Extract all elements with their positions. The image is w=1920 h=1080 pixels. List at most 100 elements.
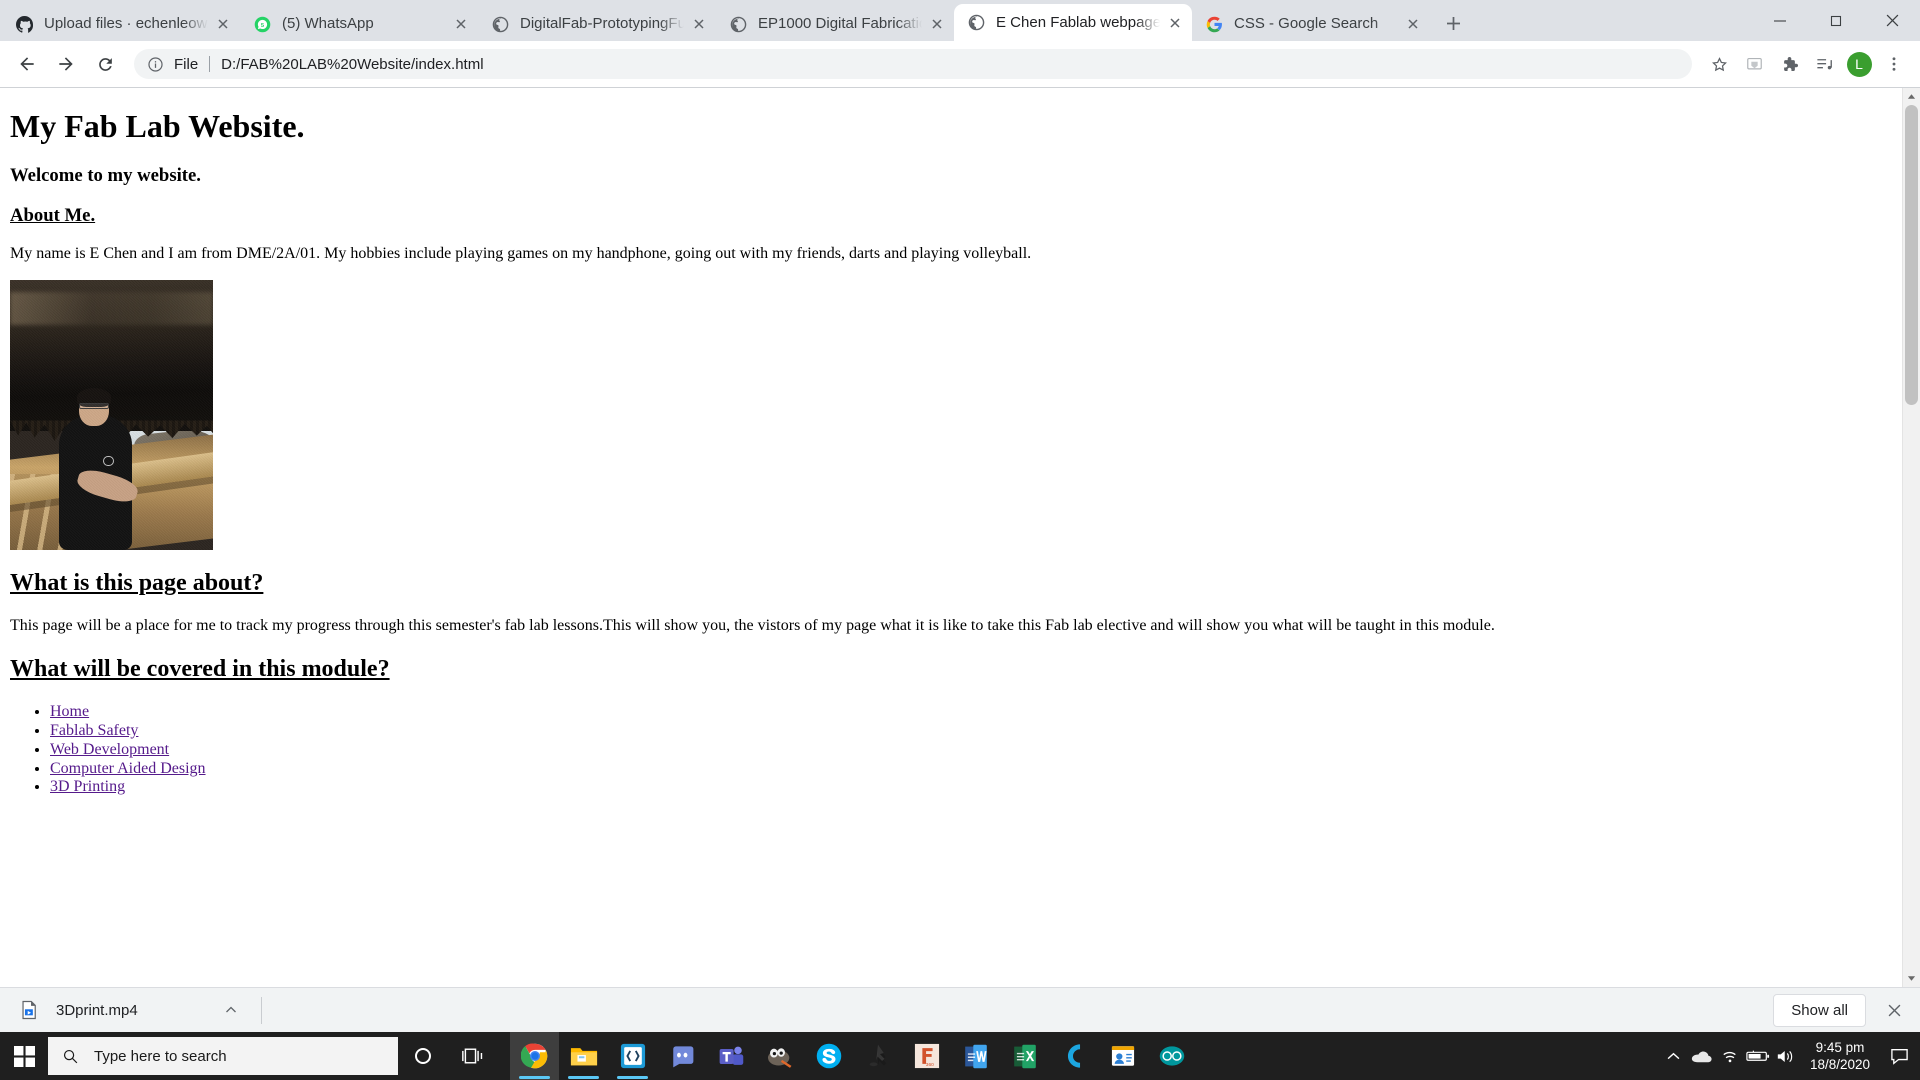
task-view-button[interactable] <box>448 1032 498 1080</box>
welcome-heading: Welcome to my website. <box>10 165 201 187</box>
forward-button[interactable] <box>49 47 83 81</box>
show-all-downloads-button[interactable]: Show all <box>1773 993 1866 1027</box>
tab-ep1000[interactable]: EP1000 Digital Fabrication Prototyping <box>716 7 954 41</box>
link-home[interactable]: Home <box>50 703 89 720</box>
globe-icon <box>967 14 985 32</box>
close-icon[interactable] <box>926 13 948 35</box>
video-file-icon <box>18 999 40 1021</box>
link-fablab-safety[interactable]: Fablab Safety <box>50 722 138 739</box>
close-icon[interactable] <box>212 13 234 35</box>
link-3d-printing[interactable]: 3D Printing <box>50 778 125 795</box>
taskbar-clock[interactable]: 9:45 pm 18/8/2020 <box>1800 1039 1882 1073</box>
close-icon[interactable] <box>688 13 710 35</box>
svg-text:360: 360 <box>925 1062 933 1068</box>
avatar: L <box>1846 51 1872 77</box>
profile-avatar[interactable]: L <box>1843 48 1875 80</box>
tab-title: CSS - Google Search <box>1234 15 1379 32</box>
taskbar-app-contacts[interactable] <box>1098 1032 1147 1080</box>
module-coverage-heading: What will be covered in this module? <box>10 655 390 682</box>
link-web-development[interactable]: Web Development <box>50 741 169 758</box>
tab-css-google-search[interactable]: CSS - Google Search <box>1192 7 1430 41</box>
tab-title: (5) WhatsApp <box>282 15 374 32</box>
list-item: 3D Printing <box>50 778 1892 797</box>
taskbar-app-excel[interactable] <box>1000 1032 1049 1080</box>
tab-github-upload[interactable]: Upload files · echenleow/fablab <box>2 7 241 41</box>
whatsapp-icon: 5 <box>253 15 271 33</box>
clock-time: 9:45 pm <box>1815 1040 1865 1055</box>
taskbar-app-fusion360[interactable]: 360 <box>902 1032 951 1080</box>
taskbar-app-brackets[interactable] <box>608 1032 657 1080</box>
taskbar-app-file-explorer[interactable] <box>559 1032 608 1080</box>
list-item: Home <box>50 703 1892 722</box>
scrollbar-thumb[interactable] <box>1905 105 1918 405</box>
taskbar-app-chrome[interactable] <box>510 1032 559 1080</box>
web-page-content: My Fab Lab Website. Welcome to my websit… <box>0 88 1902 987</box>
tab-title: EP1000 Digital Fabrication Prototyping <box>758 15 922 32</box>
search-placeholder-text: Type here to search <box>94 1047 227 1065</box>
network-wifi-icon[interactable] <box>1716 1032 1744 1080</box>
taskbar-app-buttons: 360 <box>510 1032 1196 1080</box>
download-item[interactable]: 3Dprint.mp4 <box>16 993 247 1027</box>
cortana-button[interactable] <box>398 1032 448 1080</box>
tab-whatsapp[interactable]: 5 (5) WhatsApp <box>240 7 479 41</box>
action-center-icon[interactable] <box>1882 1032 1916 1080</box>
show-hidden-icons-chevron-icon[interactable] <box>1660 1032 1688 1080</box>
tab-echen-fablab-webpage[interactable]: E Chen Fablab webpage <box>954 4 1192 41</box>
new-tab-button[interactable] <box>1436 6 1470 40</box>
about-page-heading: What is this page about? <box>10 570 264 597</box>
google-icon <box>1205 15 1223 33</box>
link-computer-aided-design[interactable]: Computer Aided Design <box>50 760 206 777</box>
info-circle-icon[interactable] <box>146 55 164 73</box>
reload-button[interactable] <box>88 47 122 81</box>
about-me-paragraph: My name is E Chen and I am from DME/2A/0… <box>10 245 1032 263</box>
taskbar-app-teams[interactable] <box>706 1032 755 1080</box>
media-controls-icon[interactable] <box>1808 48 1840 80</box>
windows-taskbar: Type here to search 360 9:45 pm 18/8/202… <box>0 1032 1920 1080</box>
tab-digitalfab[interactable]: DigitalFab-PrototypingFundamentals <box>478 7 717 41</box>
omnibox-divider <box>209 56 211 72</box>
taskbar-app-inkscape[interactable] <box>853 1032 902 1080</box>
module-links-list: Home Fablab Safety Web Development Compu… <box>10 703 1892 797</box>
close-icon[interactable] <box>450 13 472 35</box>
list-item: Computer Aided Design <box>50 760 1892 779</box>
close-icon[interactable] <box>1164 12 1186 34</box>
chrome-window: Upload files · echenleow/fablab 5 (5) Wh… <box>0 0 1920 1032</box>
taskbar-app-gimp[interactable] <box>755 1032 804 1080</box>
address-bar[interactable]: File D:/FAB%20LAB%20Website/index.html <box>134 49 1692 79</box>
taskbar-app-cura[interactable] <box>1049 1032 1098 1080</box>
close-icon[interactable] <box>1402 13 1424 35</box>
url-scheme-label: File <box>174 55 199 73</box>
taskbar-app-discord[interactable] <box>657 1032 706 1080</box>
download-shelf: 3Dprint.mp4 Show all <box>0 987 1920 1032</box>
system-tray: 9:45 pm 18/8/2020 <box>1660 1032 1920 1080</box>
onedrive-icon[interactable] <box>1688 1032 1716 1080</box>
close-window-button[interactable] <box>1864 0 1920 41</box>
github-icon <box>15 15 33 33</box>
cast-icon[interactable] <box>1738 48 1770 80</box>
scroll-up-arrow-icon[interactable] <box>1903 88 1920 105</box>
extensions-puzzle-icon[interactable] <box>1773 48 1805 80</box>
document-body: My Fab Lab Website. Welcome to my websit… <box>10 108 1892 797</box>
bookmark-star-icon[interactable] <box>1703 48 1735 80</box>
minimize-button[interactable] <box>1752 0 1808 41</box>
volume-icon[interactable] <box>1772 1032 1800 1080</box>
taskbar-search-input[interactable]: Type here to search <box>48 1037 398 1075</box>
about-page-paragraph: This page will be a place for me to trac… <box>10 617 1495 635</box>
taskbar-app-arduino[interactable] <box>1147 1032 1196 1080</box>
page-scrollbar[interactable] <box>1902 88 1920 987</box>
tab-title: DigitalFab-PrototypingFundamentals <box>520 15 684 32</box>
battery-icon[interactable] <box>1744 1032 1772 1080</box>
photo-grain-overlay <box>10 280 213 551</box>
chrome-menu-icon[interactable] <box>1878 48 1910 80</box>
chevron-up-icon[interactable] <box>219 998 243 1022</box>
taskbar-app-skype[interactable] <box>804 1032 853 1080</box>
maximize-button[interactable] <box>1808 0 1864 41</box>
scroll-down-arrow-icon[interactable] <box>1903 970 1920 987</box>
back-button[interactable] <box>10 47 44 81</box>
browser-toolbar: File D:/FAB%20LAB%20Website/index.html L <box>0 41 1920 88</box>
close-shelf-icon[interactable] <box>1880 996 1908 1024</box>
globe-icon <box>491 15 509 33</box>
taskbar-app-word[interactable] <box>951 1032 1000 1080</box>
start-button[interactable] <box>0 1032 48 1080</box>
clock-date: 18/8/2020 <box>1809 1057 1870 1072</box>
